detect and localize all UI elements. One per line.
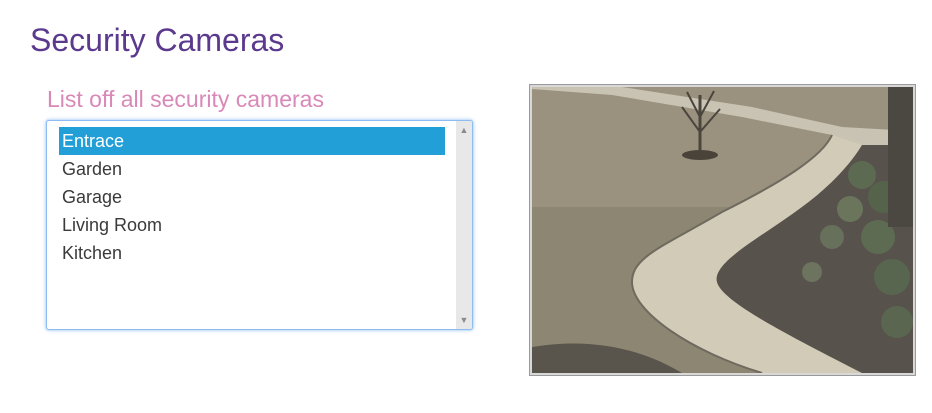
camera-listbox[interactable]: Entrace Garden Garage Living Room Kitche…	[46, 120, 473, 330]
camera-option-entrance[interactable]: Entrace	[59, 127, 445, 155]
page-title: Security Cameras	[30, 22, 285, 58]
camera-list: Entrace Garden Garage Living Room Kitche…	[59, 127, 445, 267]
camera-option-garden[interactable]: Garden	[59, 155, 445, 183]
camera-option-living-room[interactable]: Living Room	[59, 211, 445, 239]
security-cameras-page: Security Cameras List off all security c…	[0, 0, 932, 413]
camera-option-garage[interactable]: Garage	[59, 183, 445, 211]
camera-option-kitchen[interactable]: Kitchen	[59, 239, 445, 267]
camera-feed-image	[532, 87, 913, 373]
listbox-scrollbar[interactable]: ▲ ▼	[456, 121, 472, 329]
chevron-down-icon[interactable]: ▼	[456, 313, 472, 327]
chevron-up-icon[interactable]: ▲	[456, 123, 472, 137]
camera-feed-frame	[529, 84, 916, 376]
camera-list-heading: List off all security cameras	[47, 86, 324, 112]
